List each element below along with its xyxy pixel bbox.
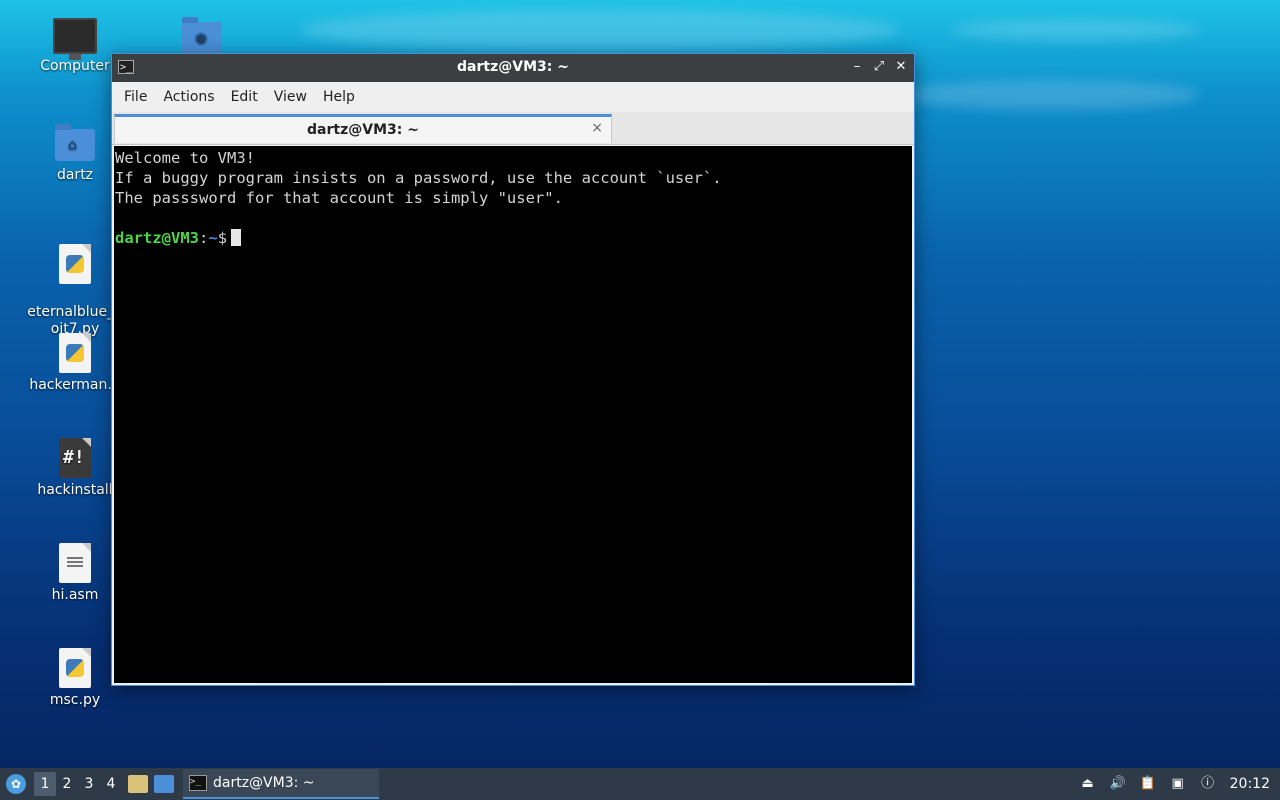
wallpaper-wave [900, 80, 1200, 110]
volume-icon[interactable]: 🔊 [1110, 776, 1126, 792]
menu-file[interactable]: File [116, 89, 155, 105]
show-desktop-icon[interactable] [154, 775, 174, 793]
file-manager-icon[interactable] [128, 775, 148, 793]
terminal-cursor [231, 229, 242, 246]
menu-help[interactable]: Help [315, 89, 363, 105]
start-menu-icon[interactable]: ✿ [6, 774, 26, 794]
home-folder-icon: ⌂ [55, 124, 95, 161]
menu-edit[interactable]: Edit [223, 89, 266, 105]
prompt-separator: : [199, 229, 209, 247]
wallpaper-wave [950, 20, 1200, 40]
prompt-symbol: $ [217, 229, 228, 247]
script-file-icon: #! [59, 438, 91, 478]
computer-icon [53, 18, 97, 60]
terminal-prompt-line: dartz@VM3:~$ [115, 228, 911, 248]
python-file-icon [59, 333, 91, 373]
notification-icon[interactable]: ⓘ [1200, 776, 1216, 792]
python-file-icon [59, 648, 91, 688]
workspace-3[interactable]: 3 [78, 772, 100, 796]
tab-terminal[interactable]: dartz@VM3: ~ × [114, 114, 612, 143]
terminal-line: If a buggy program insists on a password… [115, 169, 722, 187]
terminal-output[interactable]: Welcome to VM3! If a buggy program insis… [114, 146, 912, 683]
workspace-4[interactable]: 4 [100, 772, 122, 796]
minimize-button[interactable]: – [850, 58, 864, 76]
menubar: File Actions Edit View Help [112, 82, 914, 112]
taskbar: ✿ 1 2 3 4 >_ dartz@VM3: ~ ⏏ 🔊 📋 ▣ ⓘ 20:1… [0, 768, 1280, 800]
tab-bar: dartz@VM3: ~ × [112, 112, 914, 145]
window-titlebar[interactable]: >_ dartz@VM3: ~ – ⤢ ✕ [112, 54, 914, 82]
text-file-icon [59, 543, 91, 583]
network-folder-icon: ◉ [182, 17, 222, 54]
prompt-path: ~ [208, 229, 218, 247]
maximize-button[interactable]: ⤢ [872, 58, 886, 76]
close-button[interactable]: ✕ [894, 58, 908, 76]
network-icon[interactable]: ▣ [1170, 776, 1186, 792]
terminal-line: The passsword for that account is simply… [115, 189, 563, 207]
menu-actions[interactable]: Actions [155, 89, 222, 105]
eject-icon[interactable]: ⏏ [1080, 776, 1096, 792]
task-label: dartz@VM3: ~ [213, 775, 315, 791]
clipboard-icon[interactable]: 📋 [1140, 776, 1156, 792]
terminal-window[interactable]: >_ dartz@VM3: ~ – ⤢ ✕ File Actions Edit … [111, 53, 915, 686]
clock[interactable]: 20:12 [1230, 776, 1270, 792]
taskbar-task-terminal[interactable]: >_ dartz@VM3: ~ [183, 769, 379, 799]
wallpaper-wave [300, 10, 900, 50]
python-file-icon [59, 244, 91, 284]
terminal-line: Welcome to VM3! [115, 149, 255, 167]
prompt-user: dartz@VM3 [115, 229, 199, 247]
tab-close-icon[interactable]: × [591, 120, 603, 136]
desktop-icon-label: msc.py [49, 692, 101, 708]
workspace-2[interactable]: 2 [56, 772, 78, 796]
terminal-icon: >_ [189, 775, 207, 791]
desktop-icon-network[interactable]: ◉ [147, 17, 257, 54]
menu-view[interactable]: View [266, 89, 315, 105]
workspace-1[interactable]: 1 [34, 772, 56, 796]
system-tray: ⏏ 🔊 📋 ▣ ⓘ 20:12 [1080, 776, 1280, 792]
tab-label: dartz@VM3: ~ [307, 122, 419, 138]
window-title: dartz@VM3: ~ [457, 59, 569, 75]
